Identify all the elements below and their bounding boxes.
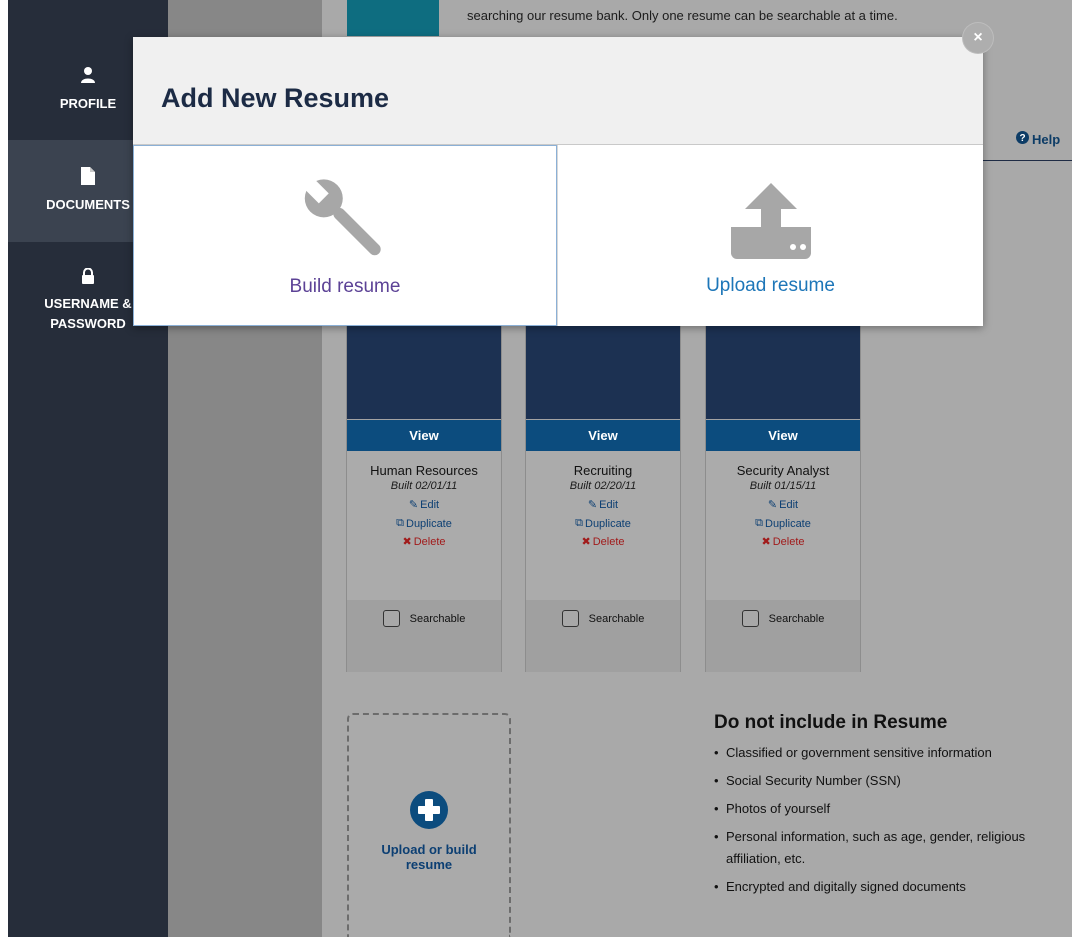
duplicate-icon: ⧉ [396,517,404,529]
resume-built-date: Built 02/20/11 [569,480,637,492]
resume-built-date: Built 02/01/11 [390,480,458,492]
duplicate-label: Duplicate [406,517,452,530]
upload-icon [721,175,821,265]
upload-or-build-tile[interactable]: Upload or build resume [347,713,511,937]
help-icon: ? [1016,131,1029,147]
resume-info: Recruiting Built 02/20/11 ✎ Edit ⧉ Duplica… [526,451,680,600]
resume-title: Human Resources [370,463,478,478]
do-not-include-panel: Do not include in Resume Classified or g… [714,712,1044,904]
modal-title: Add New Resume [161,83,390,113]
edit-label: Edit [599,498,619,511]
svg-text:?: ? [1019,133,1025,144]
add-circle-icon [349,791,509,834]
duplicate-icon: ⧉ [575,517,583,529]
duplicate-label: Duplicate [585,517,631,530]
page-notice: searching our resume bank. Only one resu… [467,8,898,23]
view-button[interactable]: View [526,420,680,451]
delete-link[interactable]: ✖ Delete [706,535,860,549]
searchable-checkbox[interactable] [741,610,759,627]
upload-resume-option[interactable]: Upload resume [557,145,983,326]
searchable-row: Searchable [526,600,680,672]
duplicate-link[interactable]: ⧉ Duplicate [706,517,860,530]
searchable-row: Searchable [706,600,860,672]
delete-icon: ✖ [761,536,771,548]
user-icon [80,66,96,90]
delete-label: Delete [413,535,446,548]
edit-link[interactable]: ✎ Edit [526,498,680,512]
help-link[interactable]: ? Help [1016,131,1060,147]
edit-link[interactable]: ✎ Edit [347,498,501,512]
searchable-label: Searchable [588,612,645,625]
sidebar-item-label: PASSWORD [50,316,126,331]
header-divider [982,160,1072,161]
duplicate-icon: ⧉ [755,517,763,529]
searchable-row: Searchable [347,600,501,672]
edit-icon: ✎ [408,499,419,511]
view-button[interactable]: View [706,420,860,451]
do-not-include-list: Classified or government sensitive infor… [714,742,1044,898]
delete-label: Delete [592,535,625,548]
edit-icon: ✎ [767,499,778,511]
sidebar-item-label: DOCUMENTS [46,197,130,212]
duplicate-link[interactable]: ⧉ Duplicate [347,517,501,530]
delete-icon: ✖ [402,536,412,548]
delete-label: Delete [772,535,805,548]
resume-title: Security Analyst [736,463,830,478]
close-icon: × [973,29,983,46]
delete-link[interactable]: ✖ Delete [526,535,680,549]
searchable-checkbox[interactable] [382,610,400,627]
list-item: Social Security Number (SSN) [714,770,1044,792]
edit-icon: ✎ [587,499,598,511]
help-label: Help [1032,131,1061,147]
list-item: Encrypted and digitally signed documents [714,876,1044,898]
upload-or-build-label: Upload or build resume [381,842,477,872]
close-modal-button[interactable]: × [963,23,993,53]
page-edge [0,0,8,937]
searchable-label: Searchable [768,612,825,625]
sidebar-item-label: PROFILE [59,96,117,111]
sidebar-item-label: USERNAME & [44,296,132,311]
resume-info: Security Analyst Built 01/15/11 ✎ Edit ⧉ D… [706,451,860,600]
top-tile [347,0,439,36]
do-not-include-heading: Do not include in Resume [714,712,948,733]
document-icon [81,167,95,191]
edit-label: Edit [779,498,799,511]
lock-icon [81,267,95,290]
duplicate-link[interactable]: ⧉ Duplicate [526,517,680,530]
build-resume-option[interactable]: Build resume [133,145,557,326]
duplicate-label: Duplicate [765,517,811,530]
modal-header: Add New Resume [133,37,983,145]
upload-resume-label: Upload resume [706,275,835,296]
edit-link[interactable]: ✎ Edit [706,498,860,512]
delete-link[interactable]: ✖ Delete [347,535,501,549]
add-new-resume-modal: Add New Resume Build resume Upload resum… [133,37,983,326]
view-button[interactable]: View [347,420,501,451]
wrench-icon [290,176,400,266]
list-item: Personal information, such as age, gende… [714,826,1044,870]
resume-title: Recruiting [573,463,633,478]
resume-info: Human Resources Built 02/01/11 ✎ Edit ⧉ Du… [347,451,501,600]
edit-label: Edit [420,498,440,511]
searchable-label: Searchable [409,612,466,625]
list-item: Classified or government sensitive infor… [714,742,1044,764]
build-resume-label: Build resume [289,276,401,297]
searchable-checkbox[interactable] [561,610,579,627]
delete-icon: ✖ [581,536,591,548]
list-item: Photos of yourself [714,798,1044,820]
resume-built-date: Built 01/15/11 [749,480,817,492]
